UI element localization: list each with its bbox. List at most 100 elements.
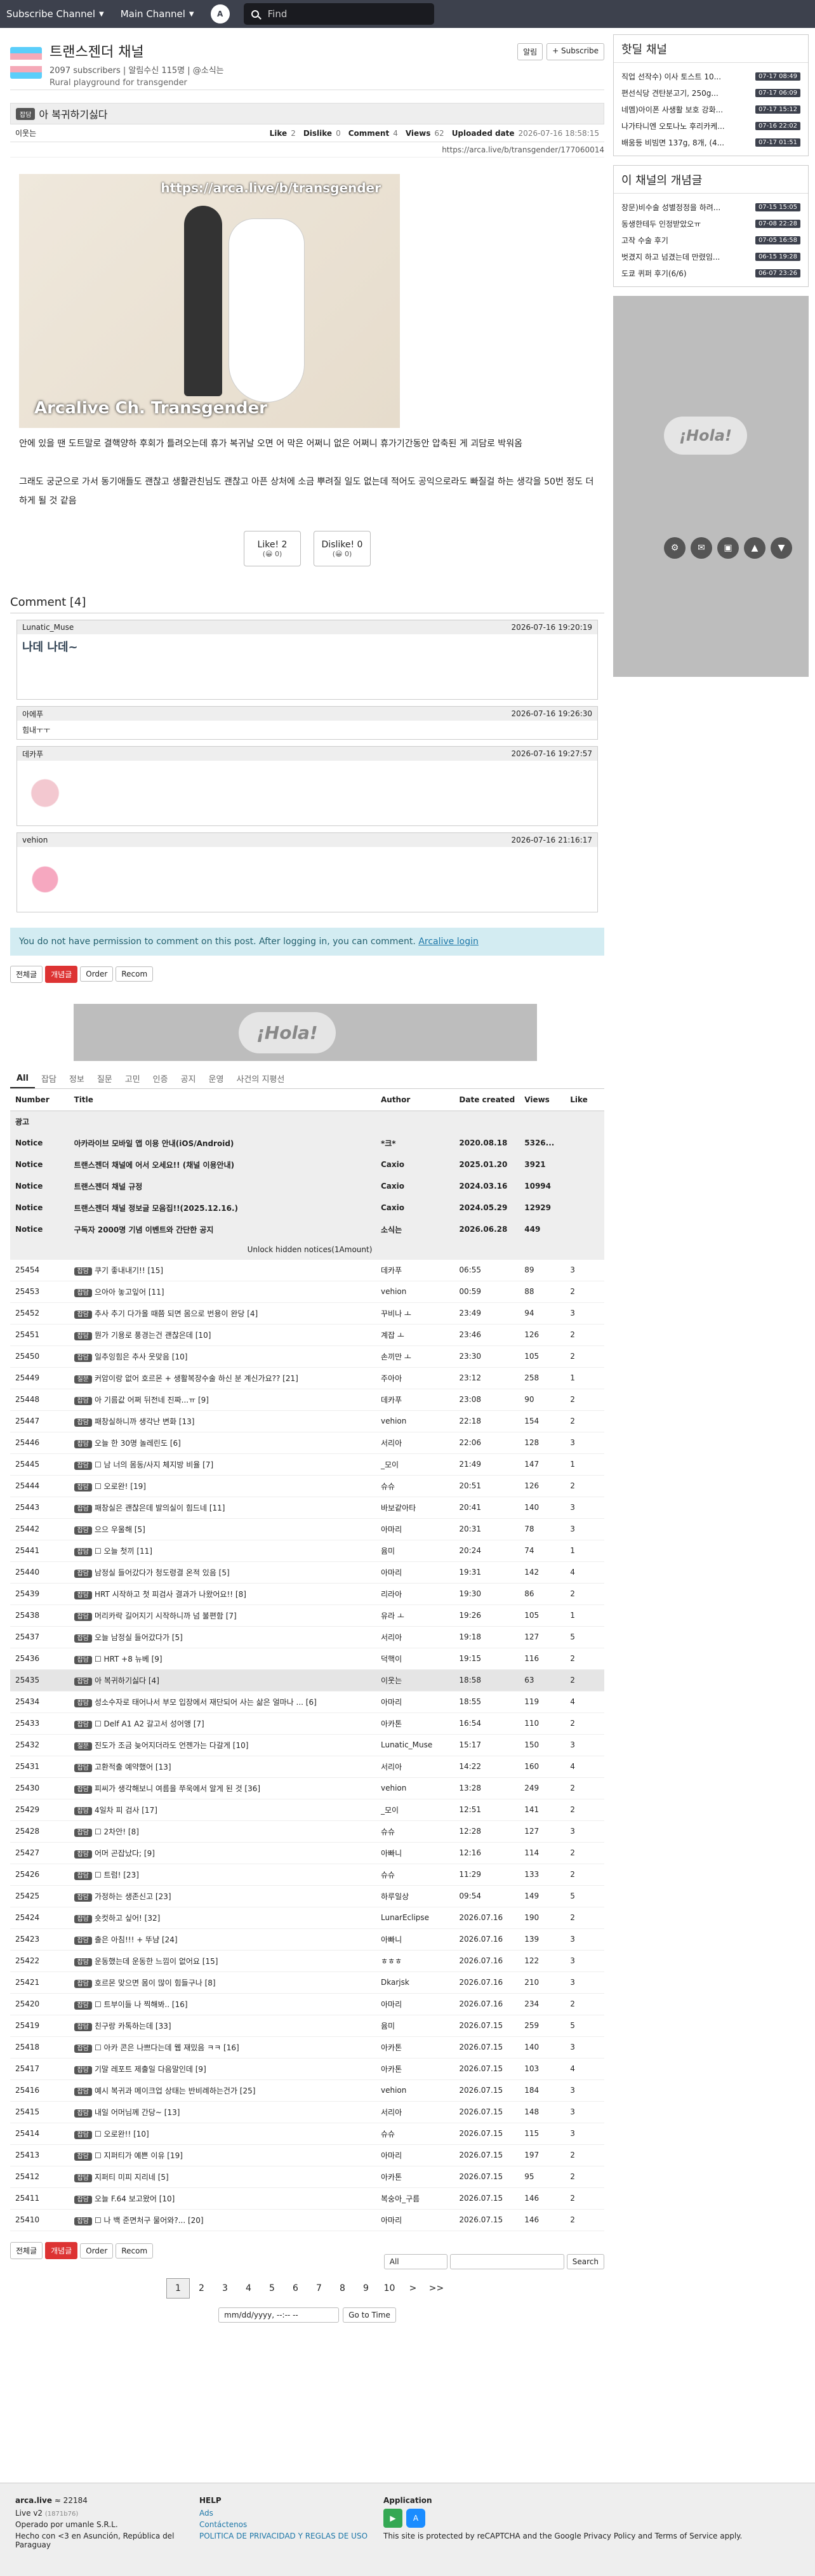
table-row[interactable]: 25446 잡담 오늘 한 30명 놀레린도 [6] 서리아 22:06 128 3 (10, 1432, 604, 1454)
board-search-input[interactable] (449, 2253, 564, 2269)
tab-all[interactable]: All (10, 1070, 35, 1088)
table-row[interactable]: 25442 잡담 으으 우울해 [5] 아마리 20:31 78 3 (10, 1518, 604, 1540)
hotdeal-item[interactable]: 편선식당 견탄분고기, 250g... 07-17 06:09 (621, 84, 800, 101)
post-author[interactable]: 아마리 (375, 2144, 454, 2166)
page-link[interactable]: 1 (166, 2278, 190, 2299)
table-row[interactable]: 25449 질문 커암이랑 없어 호르몬 + 생활복장수술 하신 분 계신가요?? … (10, 1367, 604, 1389)
post-title[interactable]: 잡담 으으 우울해 [5] (69, 1518, 376, 1540)
page-link[interactable]: 8 (331, 2278, 354, 2299)
post-title[interactable]: 잡담 ☐ 남 너의 몸동/사지 체지방 비율 [7] (69, 1453, 376, 1476)
go-to-time-button[interactable]: Go to Time (343, 2307, 396, 2323)
table-row[interactable]: 25419 잡담 친구랑 카톡하는데 [33] 윰미 2026.07.15 259 5 (10, 2015, 604, 2037)
chevron-up-icon[interactable]: ▲ (744, 537, 765, 559)
table-row[interactable]: 25412 잡담 지퍼티 미피 지리네 [5] 아카톤 2026.07.15 95 2 (10, 2166, 604, 2188)
ad-banner[interactable]: ¡Hola! (74, 1004, 537, 1061)
post-author[interactable]: 손끼만 ㅗ (375, 1345, 454, 1368)
like-button[interactable]: Like! 2 (😀 0) (244, 531, 301, 566)
post-author[interactable]: 서리아 (375, 2101, 454, 2123)
post-title[interactable]: 잡담 고환적출 예약했어 [13] (69, 1756, 376, 1778)
post-title[interactable]: 잡담 출은 아침!!! + 뚜냠 [24] (69, 1928, 376, 1951)
post-title[interactable]: 잡담 ☐ 아카 콘은 나쁘다는데 웹 재밌음 ㅋㅋ [16] (69, 2036, 376, 2059)
table-row[interactable]: 25423 잡담 출은 아침!!! + 뚜냠 [24] 아빠니 2026.07.16 13… (10, 1928, 604, 1951)
table-row[interactable]: 25453 잡담 으아아 놓고잎어 [11] vehion 00:59 88 2 (10, 1281, 604, 1303)
post-author[interactable]: 슈슈 (375, 1475, 454, 1497)
table-row[interactable]: 25447 잡담 패창실하니까 생각난 변화 [13] vehion 22:18 154 2 (10, 1410, 604, 1432)
post-author[interactable]: 데카푸 (375, 1389, 454, 1411)
table-row[interactable]: 25428 잡담 ☐ 2차안! [8] 슈슈 12:28 127 3 (10, 1820, 604, 1843)
post-title[interactable]: 잡담 ☐ 2차안! [8] (69, 1820, 376, 1843)
post-title[interactable]: 잡담 오늘 F.64 보고왔어 [10] (69, 2187, 376, 2210)
table-row[interactable]: 25452 잡담 추사 추기 다가올 때쯤 되면 몸으로 번용이 완당 [4] 꾸비나… (10, 1302, 604, 1325)
post-author[interactable]: vehion (375, 1410, 454, 1432)
page-link[interactable]: >> (425, 2278, 448, 2299)
order-select[interactable]: Order (80, 966, 114, 982)
table-row[interactable]: 25432 질문 진도가 조금 늦어지더라도 언젠가는 다갈게 [10] Lunati… (10, 1734, 604, 1756)
page-link[interactable]: 3 (213, 2278, 237, 2299)
table-row[interactable]: 25450 잡담 일추잉힘은 추사 웃맞음 [10] 손끼만 ㅗ 23:30 105 2 (10, 1345, 604, 1368)
alarm-button[interactable]: 알림 (517, 43, 543, 60)
hotdeal-item[interactable]: 네멤)아이폰 사생활 보호 강화... 07-17 15:12 (621, 101, 800, 117)
post-author[interactable]: 복숭아_구름 (375, 2187, 454, 2210)
table-row[interactable]: 25444 잡담 ☐ 오로완! [19] 슈슈 20:51 126 2 (10, 1475, 604, 1497)
post-author[interactable]: 아마리 (375, 1518, 454, 1540)
tab-event-horizon[interactable]: 사건의 지평선 (230, 1069, 291, 1088)
table-row[interactable]: 25451 잡담 뭔가 기용로 풍경는건 괜찮은데 [10] 계잡 ㅗ 23:46 126… (10, 1324, 604, 1346)
post-title[interactable]: 잡담 어머 곤잡났다; [9] (69, 1842, 376, 1864)
post-title[interactable]: 잡담 친구랑 카톡하는데 [33] (69, 2015, 376, 2037)
tab-question[interactable]: 질문 (91, 1069, 119, 1088)
post-title[interactable]: 잡담 ☐ 트부이들 나 찍해봐.. [16] (69, 1993, 376, 2015)
login-link[interactable]: Arcalive login (418, 937, 479, 947)
footer-ads-link[interactable]: Ads (199, 2509, 383, 2518)
article-author[interactable]: 이웃는 (15, 128, 36, 138)
table-row[interactable]: 25424 잡담 숏컷하고 싶어! [32] LunarEclipse 2026.07.… (10, 1907, 604, 1929)
post-author[interactable]: _모이 (375, 1799, 454, 1821)
concept-item[interactable]: 고작 수술 후기 07-05 16:58 (621, 232, 800, 248)
post-title[interactable]: 잡담 가정하는 생존신고 [23] (69, 1885, 376, 1907)
search-input[interactable]: Find (243, 3, 434, 25)
post-title[interactable]: 잡담 뭔가 기용로 풍경는건 괜찮은데 [10] (69, 1324, 376, 1346)
post-title[interactable]: 잡담 오늘 한 30명 놀레린도 [6] (69, 1432, 376, 1454)
comment-author[interactable]: 아에푸 (22, 709, 43, 719)
post-title[interactable]: 잡담 으아아 놓고잎어 [11] (69, 1281, 376, 1303)
table-row[interactable]: 25435 잡담 아 복귀하기싫다 [4] 이웃는 18:58 63 2 (10, 1669, 604, 1692)
post-author[interactable]: 리라아 (375, 1583, 454, 1605)
date-input[interactable]: mm/dd/yyyy, --:-- -- (218, 2307, 340, 2323)
arca-logo-icon[interactable]: A (210, 4, 230, 23)
page-link[interactable]: 6 (284, 2278, 307, 2299)
post-title[interactable]: 잡담 HRT 시작하고 첫 피검사 결과가 나왔어요!! [8] (69, 1583, 376, 1605)
post-author[interactable]: 아카톤 (375, 2058, 454, 2080)
post-author[interactable]: 하루일상 (375, 1885, 454, 1907)
post-title[interactable]: 잡담 운동했는데 운동한 느낌이 없어요 [15] (69, 1950, 376, 1972)
post-title[interactable]: 잡담 ☐ 오로완!! [10] (69, 2123, 376, 2145)
post-author[interactable]: 아빠니 (375, 1928, 454, 1951)
subscribe-channel-menu[interactable]: Subscribe Channel ▼ (6, 8, 104, 20)
footer-brand[interactable]: arca.live (15, 2496, 52, 2505)
footer-contact-link[interactable]: Contáctenos (199, 2520, 383, 2529)
tab-notice[interactable]: 공지 (175, 1069, 202, 1088)
post-title[interactable]: 잡담 아 복귀하기싫다 [4] (69, 1669, 376, 1692)
hotdeal-item[interactable]: 나가타니엔 오토나노 후리카케... 07-16 22:02 (621, 117, 800, 134)
table-row[interactable]: 25414 잡담 ☐ 오로완!! [10] 슈슈 2026.07.15 115 3 (10, 2123, 604, 2145)
post-title[interactable]: 잡담 추사 추기 다가올 때쯤 되면 몸으로 번용이 완당 [4] (69, 1302, 376, 1325)
post-author[interactable]: 데카푸 (375, 1259, 454, 1281)
app-store-icon[interactable]: A (406, 2509, 425, 2528)
article-url[interactable]: https://arca.live/b/transgender/17706001… (10, 142, 604, 157)
page-link[interactable]: 4 (237, 2278, 260, 2299)
post-author[interactable]: 아마리 (375, 1691, 454, 1713)
table-row[interactable]: 25411 잡담 오늘 F.64 보고왔어 [10] 복숭아_구름 2026.07.15… (10, 2187, 604, 2210)
table-row[interactable]: 25454 잡담 쿠기 좋내내기!! [15] 데카푸 06:55 89 3 (10, 1259, 604, 1281)
table-row[interactable]: 25434 잡담 성소수자로 태어나서 부모 입장에서 재단되어 사는 삶은 얼마나… (10, 1691, 604, 1713)
post-author[interactable]: vehion (375, 1777, 454, 1799)
table-row[interactable]: 25445 잡담 ☐ 남 너의 몸동/사지 체지방 비율 [7] _모이 21:49 14… (10, 1453, 604, 1476)
page-link[interactable]: 5 (260, 2278, 284, 2299)
order-select[interactable]: Order (80, 2243, 114, 2259)
post-author[interactable]: 유라 ㅗ (375, 1605, 454, 1627)
all-posts-button[interactable]: 전체글 (10, 2242, 43, 2259)
bookmark-icon[interactable]: ▣ (717, 537, 739, 559)
post-title[interactable]: 잡담 아 기름값 어쩌 뒤전네 진짜...ㅠ [9] (69, 1389, 376, 1411)
post-author[interactable]: Lunatic_Muse (375, 1734, 454, 1756)
post-author[interactable]: 서리아 (375, 1626, 454, 1648)
tab-chat[interactable]: 잡담 (35, 1069, 63, 1088)
tab-info[interactable]: 정보 (63, 1069, 91, 1088)
tab-verify[interactable]: 인증 (147, 1069, 175, 1088)
